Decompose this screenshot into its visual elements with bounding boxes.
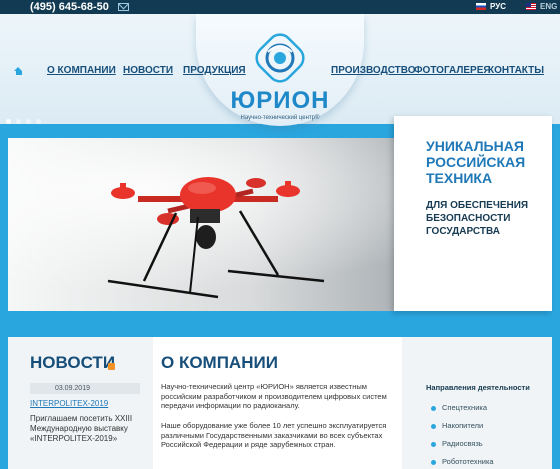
drone-image: [107, 177, 325, 299]
news-link[interactable]: INTERPOLITEX-2019: [30, 399, 108, 408]
bullet-icon: [431, 460, 436, 465]
top-bar: (495) 645-68-50 РУС ENG: [0, 0, 560, 14]
news-heading[interactable]: НОВОСТИ: [30, 353, 115, 373]
sidebar-item-storage[interactable]: Накопители: [442, 421, 483, 430]
nav-contacts[interactable]: КОНТАКТЫ: [488, 65, 544, 77]
mail-icon[interactable]: [118, 3, 129, 11]
slider-dot[interactable]: [26, 119, 31, 124]
about-heading: О КОМПАНИИ: [161, 353, 278, 372]
flag-en-icon[interactable]: [526, 3, 536, 10]
bullet-icon: [431, 442, 436, 447]
slider-dot[interactable]: [16, 119, 21, 124]
site-header: О КОМПАНИИ НОВОСТИ ПРОДУКЦИЯ ПРОИЗВОДСТВ…: [0, 14, 560, 126]
sidebar-heading: Направления деятельности: [426, 383, 530, 392]
nav-gallery[interactable]: ФОТОГАЛЕРЕЯ: [414, 65, 491, 77]
brand-name[interactable]: ЮРИОН: [220, 88, 340, 114]
nav-news[interactable]: НОВОСТИ: [123, 65, 173, 77]
news-text: Приглашаем посетить XXIII Международную …: [30, 414, 133, 443]
nav-about[interactable]: О КОМПАНИИ: [47, 65, 116, 77]
slider-dot[interactable]: [6, 119, 11, 124]
bullet-icon: [431, 406, 436, 411]
sidebar-item-special[interactable]: Спецтехника: [442, 403, 487, 412]
content-area: НОВОСТИ 03.09.2019 INTERPOLITEX-2019 При…: [8, 337, 552, 469]
news-column: НОВОСТИ 03.09.2019 INTERPOLITEX-2019 При…: [8, 337, 153, 469]
rss-icon[interactable]: [108, 363, 115, 370]
activity-sidebar: Направления деятельности Спецтехника Нак…: [402, 337, 552, 469]
slider-dot[interactable]: [36, 119, 41, 124]
news-date: 03.09.2019: [30, 383, 140, 394]
lang-ru-link[interactable]: РУС: [490, 0, 506, 14]
lang-en-link[interactable]: ENG: [540, 0, 557, 14]
bullet-icon: [431, 424, 436, 429]
slide-title: УНИКАЛЬНАЯ РОССИЙСКАЯ ТЕХНИКА: [426, 138, 526, 186]
slide-caption-panel: УНИКАЛЬНАЯ РОССИЙСКАЯ ТЕХНИКА ДЛЯ ОБЕСПЕ…: [394, 116, 552, 311]
about-paragraph: Научно-технический центр «ЮРИОН» являетс…: [161, 382, 387, 410]
logo-mark-icon[interactable]: [254, 32, 306, 84]
brand-tagline: Научно-технический центр®: [240, 115, 320, 121]
sidebar-item-radio[interactable]: Радиосвязь: [442, 439, 483, 448]
sidebar-item-robotics[interactable]: Робототехника: [442, 457, 494, 466]
about-paragraph: Наше оборудование уже более 10 лет успеш…: [161, 421, 387, 449]
home-icon[interactable]: [14, 67, 23, 75]
slide-subtitle: ДЛЯ ОБЕСПЕЧЕНИЯ БЕЗОПАСНОСТИ ГОСУДАРСТВА: [426, 200, 529, 237]
nav-production[interactable]: ПРОИЗВОДСТВО: [331, 65, 416, 77]
nav-products[interactable]: ПРОДУКЦИЯ: [183, 65, 246, 77]
phone-number[interactable]: (495) 645-68-50: [30, 0, 109, 14]
flag-ru-icon[interactable]: [476, 3, 486, 10]
